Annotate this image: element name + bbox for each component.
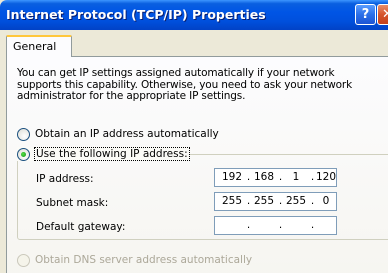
title-bar[interactable]: Internet Protocol (TCP/IP) Properties ? …	[0, 0, 388, 30]
octet-separator: .	[310, 219, 315, 231]
subnet-mask-label: Subnet mask:	[36, 197, 109, 209]
subnet-mask-octet-1: 255	[221, 195, 243, 207]
ip-address-octet-2: 168	[253, 171, 275, 183]
octet-separator: .	[246, 219, 251, 231]
dialog-window: Internet Protocol (TCP/IP) Properties ? …	[0, 0, 388, 273]
window-title: Internet Protocol (TCP/IP) Properties	[6, 7, 266, 22]
obtain-dns-auto-label: Obtain DNS server address automatically	[35, 254, 253, 266]
ip-address-octet-1: 192	[221, 171, 243, 183]
ip-address-label: IP address:	[36, 173, 94, 185]
obtain-ip-auto-option[interactable]: Obtain an IP address automatically	[17, 127, 219, 141]
obtain-ip-auto-label: Obtain an IP address automatically	[35, 128, 219, 140]
subnet-mask-octet-4: 0	[322, 195, 330, 207]
obtain-ip-auto-radio[interactable]	[17, 127, 30, 141]
use-following-ip-option[interactable]: Use the following IP address:	[17, 147, 190, 161]
use-following-ip-label: Use the following IP address:	[34, 147, 190, 161]
description-text: You can get IP settings assigned automat…	[17, 67, 353, 102]
octet-separator: .	[278, 219, 283, 231]
ip-address-octet-3: 1	[292, 171, 300, 183]
default-gateway-label: Default gateway:	[36, 221, 126, 233]
obtain-dns-auto-option[interactable]: Obtain DNS server address automatically	[17, 253, 252, 267]
ip-address-octet-4: 120	[315, 171, 337, 183]
default-gateway-input[interactable]: . . .	[214, 216, 337, 235]
subnet-mask-octet-3: 255	[285, 195, 307, 207]
help-button[interactable]: ?	[355, 4, 376, 25]
tab-general[interactable]: General	[6, 35, 72, 57]
subnet-mask-octet-2: 255	[253, 195, 275, 207]
subnet-mask-input[interactable]: 255 . 255 . 255 . 0	[214, 192, 337, 211]
obtain-dns-auto-radio[interactable]	[17, 253, 30, 267]
close-button[interactable]: ✕	[377, 4, 388, 25]
tab-general-label: General	[13, 40, 57, 53]
use-following-ip-radio[interactable]	[17, 147, 30, 161]
ip-address-input[interactable]: 192 . 168 . 1 . 120	[214, 168, 337, 187]
